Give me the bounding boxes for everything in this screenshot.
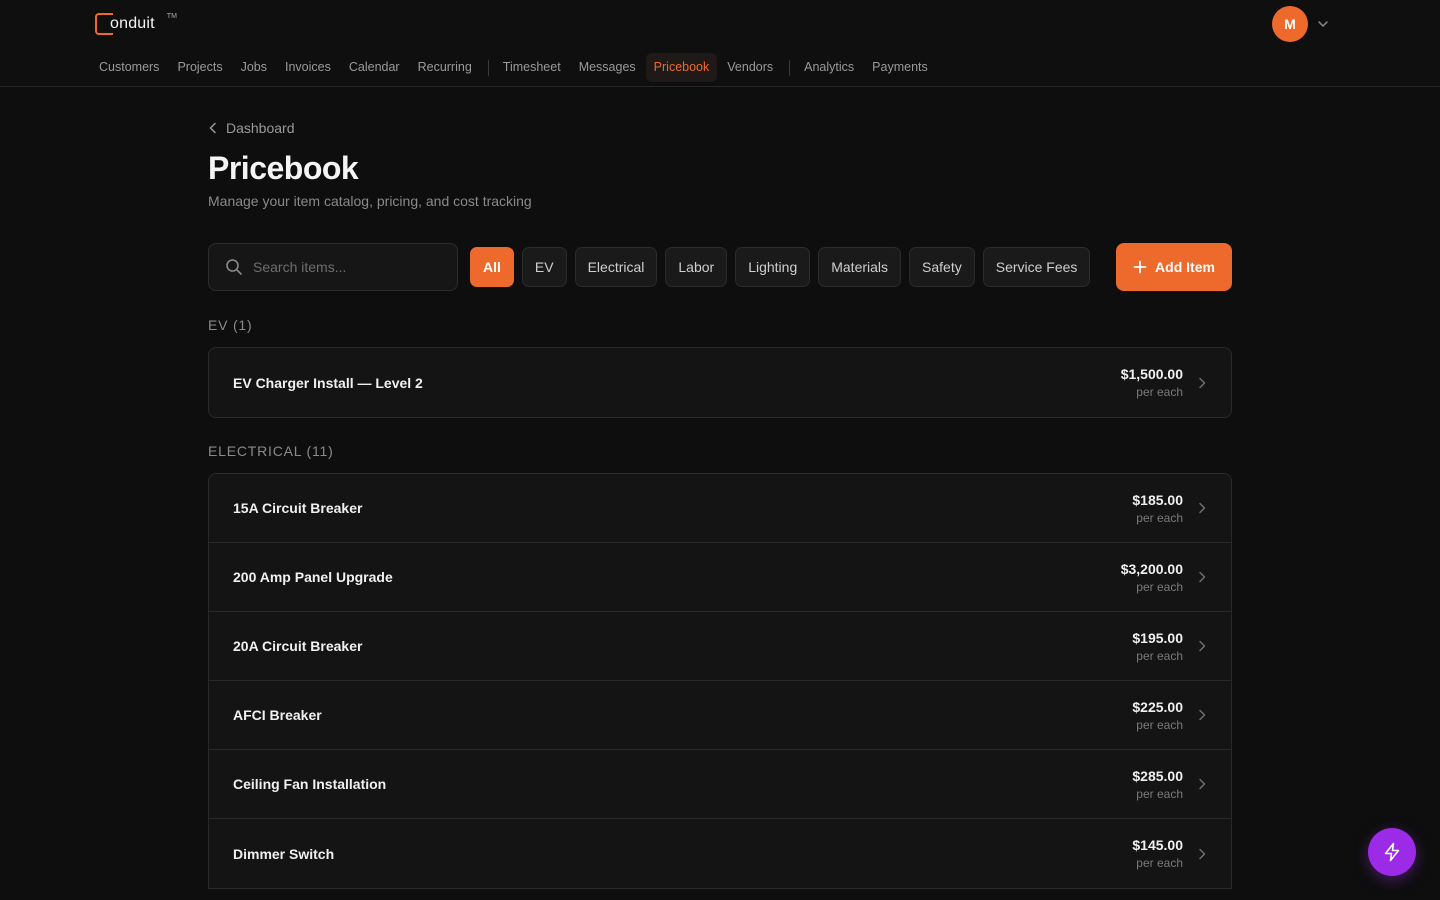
item-price: $1,500.00 <box>1120 366 1183 382</box>
item-unit: per each <box>1136 510 1183 525</box>
item-price: $285.00 <box>1132 767 1183 784</box>
section-label-ev: EV (1) <box>208 317 253 333</box>
avatar-initial: M <box>1284 16 1296 32</box>
nav-messages[interactable]: Messages <box>571 53 644 82</box>
nav-timesheet[interactable]: Timesheet <box>495 53 569 82</box>
nav-vendors[interactable]: Vendors <box>719 53 781 82</box>
nav-recurring[interactable]: Recurring <box>410 53 480 82</box>
nav-projects[interactable]: Projects <box>169 53 230 82</box>
item-price: $225.00 <box>1132 698 1183 715</box>
plus-icon <box>1133 260 1147 274</box>
category-filter-chips: All EV Electrical Labor Lighting Materia… <box>470 247 1091 287</box>
chevron-right-icon <box>1199 571 1206 583</box>
brand-name: onduit <box>110 15 155 32</box>
chevron-right-icon <box>1199 377 1206 388</box>
search-input[interactable] <box>253 259 433 275</box>
item-price: $195.00 <box>1132 629 1183 646</box>
main-nav: Customers Projects Jobs Invoices Calenda… <box>91 53 938 82</box>
nav-customers[interactable]: Customers <box>91 53 167 82</box>
item-name: Dimmer Switch <box>233 845 335 862</box>
item-unit: per each <box>1136 717 1183 732</box>
brand-logo[interactable]: onduit TM <box>95 12 177 36</box>
chevron-left-icon <box>209 122 216 134</box>
item-name: 15A Circuit Breaker <box>233 500 363 516</box>
chevron-right-icon <box>1199 640 1206 652</box>
logo-mark-icon <box>95 13 113 35</box>
section-label-electrical: ELECTRICAL (11) <box>208 443 334 459</box>
trademark-symbol: TM <box>166 12 177 20</box>
filter-chip-electrical[interactable]: Electrical <box>574 247 658 287</box>
item-list-ev: EV Charger Install — Level 2 $1,500.00 p… <box>208 347 1232 418</box>
lightning-bolt-icon <box>1384 842 1400 862</box>
add-item-label: Add Item <box>1155 259 1215 275</box>
page-title: Pricebook <box>208 150 359 186</box>
item-price: $185.00 <box>1132 491 1183 508</box>
nav-pricebook[interactable]: Pricebook <box>645 53 718 82</box>
list-item[interactable]: Ceiling Fan Installation $285.00 per eac… <box>209 750 1231 819</box>
chevron-right-icon <box>1199 709 1206 721</box>
item-name: Ceiling Fan Installation <box>233 776 387 792</box>
nav-payments[interactable]: Payments <box>864 53 936 82</box>
add-item-button[interactable]: Add Item <box>1116 243 1232 291</box>
nav-calendar[interactable]: Calendar <box>341 53 408 82</box>
item-price: $3,200.00 <box>1120 560 1183 577</box>
filter-chip-lighting[interactable]: Lighting <box>735 247 811 287</box>
item-list-electrical: 15A Circuit Breaker $185.00 per each 200… <box>208 473 1232 889</box>
breadcrumb-back-link[interactable]: Dashboard <box>208 120 295 136</box>
item-unit: per each <box>1136 385 1183 399</box>
list-item[interactable]: 200 Amp Panel Upgrade $3,200.00 per each <box>209 543 1231 612</box>
filter-chip-service-fees[interactable]: Service Fees <box>982 247 1091 287</box>
search-icon <box>226 259 242 275</box>
item-name: EV Charger Install — Level 2 <box>233 374 423 391</box>
item-unit: per each <box>1136 786 1183 801</box>
list-item[interactable]: Dimmer Switch $145.00 per each <box>209 819 1231 888</box>
item-price: $145.00 <box>1132 837 1183 853</box>
filter-chip-labor[interactable]: Labor <box>665 247 728 287</box>
item-unit: per each <box>1136 856 1183 870</box>
nav-divider <box>487 59 489 76</box>
nav-invoices[interactable]: Invoices <box>277 53 339 82</box>
item-name: 200 Amp Panel Upgrade <box>233 569 393 585</box>
top-navigation-bar: onduit TM M Customers Projects Jobs Invo… <box>0 0 1440 87</box>
filter-chip-materials[interactable]: Materials <box>818 247 902 287</box>
nav-analytics[interactable]: Analytics <box>796 53 862 82</box>
user-avatar[interactable]: M <box>1272 6 1308 42</box>
chevron-right-icon <box>1199 778 1206 790</box>
filter-chip-all[interactable]: All <box>470 247 514 287</box>
chevron-right-icon <box>1199 502 1206 514</box>
item-name: 20A Circuit Breaker <box>233 638 363 654</box>
page-subtitle: Manage your item catalog, pricing, and c… <box>208 193 532 209</box>
search-box <box>208 243 458 291</box>
item-unit: per each <box>1136 648 1183 663</box>
nav-divider <box>789 59 791 76</box>
list-item[interactable]: 20A Circuit Breaker $195.00 per each <box>209 612 1231 681</box>
chevron-right-icon <box>1199 848 1206 859</box>
assistant-fab-button[interactable] <box>1368 828 1416 876</box>
list-item[interactable]: AFCI Breaker $225.00 per each <box>209 681 1231 750</box>
list-item[interactable]: EV Charger Install — Level 2 $1,500.00 p… <box>209 348 1231 417</box>
item-name: AFCI Breaker <box>233 707 322 723</box>
chevron-down-icon[interactable] <box>1316 17 1330 31</box>
nav-jobs[interactable]: Jobs <box>233 53 275 82</box>
filter-chip-ev[interactable]: EV <box>521 247 567 287</box>
filter-chip-safety[interactable]: Safety <box>909 247 975 287</box>
item-unit: per each <box>1136 579 1183 594</box>
breadcrumb-label: Dashboard <box>226 120 295 136</box>
list-item[interactable]: 15A Circuit Breaker $185.00 per each <box>209 474 1231 543</box>
